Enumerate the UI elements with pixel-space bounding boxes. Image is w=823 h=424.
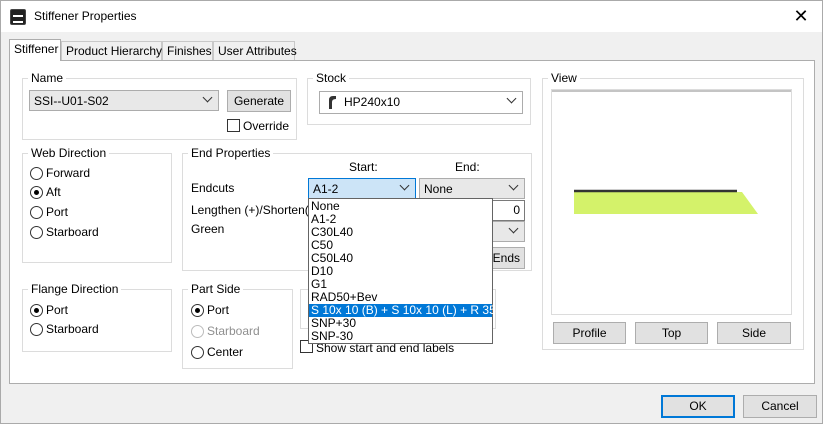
web-aft-label: Aft: [46, 185, 61, 199]
flange-starboard-radio[interactable]: [30, 323, 43, 336]
part-side-center-label: Center: [207, 345, 244, 359]
web-port-radio[interactable]: [30, 206, 43, 219]
part-side-center-radio[interactable]: [191, 346, 204, 359]
view-group-label: View: [548, 71, 580, 85]
chevron-down-icon: [202, 93, 214, 105]
top-view-button[interactable]: Top: [635, 322, 708, 344]
part-side-starboard-radio: [191, 325, 204, 338]
endcut-start-value: A1-2: [313, 182, 339, 196]
view-preview: [551, 89, 792, 315]
part-side-port-radio[interactable]: [191, 304, 204, 317]
cancel-button[interactable]: Cancel: [743, 395, 817, 418]
web-starboard-label: Starboard: [46, 225, 99, 239]
flange-direction-group: Flange Direction: [22, 282, 172, 352]
chevron-down-icon: [508, 224, 520, 236]
profile-view-button[interactable]: Profile: [553, 322, 626, 344]
web-forward-label: Forward: [46, 166, 91, 180]
endcuts-label: Endcuts: [191, 181, 235, 195]
app-icon: [10, 9, 26, 25]
side-view-button[interactable]: Side: [717, 322, 791, 344]
endcut-option[interactable]: SNP-30: [309, 330, 492, 343]
tab-finishes[interactable]: Finishes: [162, 41, 213, 60]
endcut-option[interactable]: D10: [309, 265, 492, 278]
part-side-port-label: Port: [207, 303, 230, 317]
web-forward-radio[interactable]: [30, 167, 43, 180]
flange-direction-label: Flange Direction: [28, 282, 122, 296]
endcut-end-combo[interactable]: None: [419, 178, 525, 199]
window-title: Stiffener Properties: [34, 9, 137, 23]
endcut-start-dropdown-list[interactable]: None A1-2 C30L40 C50 C50L40 D10 G1 RAD50…: [308, 198, 515, 344]
name-group-label: Name: [28, 71, 67, 85]
green-label: Green: [191, 222, 225, 236]
end-properties-label: End Properties: [188, 146, 274, 160]
web-direction-label: Web Direction: [28, 146, 110, 160]
web-starboard-radio[interactable]: [30, 226, 43, 239]
title-bar: Stiffener Properties ✕: [1, 1, 822, 32]
stock-combo[interactable]: HP240x10: [319, 91, 523, 114]
flange-port-radio[interactable]: [30, 304, 43, 317]
bulb-flat-profile-icon: [329, 96, 336, 109]
chevron-down-icon: [506, 94, 518, 106]
generate-button[interactable]: Generate: [227, 90, 291, 112]
override-label: Override: [243, 119, 290, 133]
stiffener-properties-dialog: Stiffener Properties ✕ Stiffener Product…: [0, 0, 823, 424]
stock-group-label: Stock: [313, 71, 350, 85]
stock-value: HP240x10: [344, 95, 401, 109]
close-button[interactable]: ✕: [786, 3, 816, 29]
tab-stiffener[interactable]: Stiffener: [9, 39, 61, 61]
flange-port-label: Port: [46, 303, 69, 317]
name-value: SSI--U01-S02: [34, 94, 109, 108]
start-header: Start:: [349, 160, 378, 174]
flange-starboard-label: Starboard: [46, 322, 99, 336]
stiffener-shape: [574, 192, 758, 214]
endcut-option[interactable]: None: [309, 200, 492, 213]
web-direction-group: Web Direction: [22, 146, 172, 263]
stiffener-preview-drawing: [552, 90, 791, 214]
lengthen-label: Lengthen (+)/Shorten(-): [191, 203, 317, 217]
chevron-down-icon: [508, 181, 520, 193]
ok-button[interactable]: OK: [661, 395, 735, 418]
chevron-down-icon: [399, 181, 411, 193]
part-side-label: Part Side: [188, 282, 244, 296]
end-header: End:: [455, 160, 480, 174]
tab-user-attributes[interactable]: User Attributes: [213, 41, 297, 60]
name-combo[interactable]: SSI--U01-S02: [29, 90, 219, 111]
web-port-label: Port: [46, 205, 69, 219]
web-aft-radio[interactable]: [30, 186, 43, 199]
endcut-option[interactable]: C30L40: [309, 226, 492, 239]
endcut-end-value: None: [424, 182, 453, 196]
part-side-starboard-label: Starboard: [207, 324, 260, 338]
endcut-option[interactable]: C50L40: [309, 252, 492, 265]
tab-product-hierarchy[interactable]: Product Hierarchy: [61, 41, 162, 60]
endcut-start-combo[interactable]: A1-2: [308, 178, 416, 199]
override-checkbox[interactable]: [227, 119, 240, 132]
